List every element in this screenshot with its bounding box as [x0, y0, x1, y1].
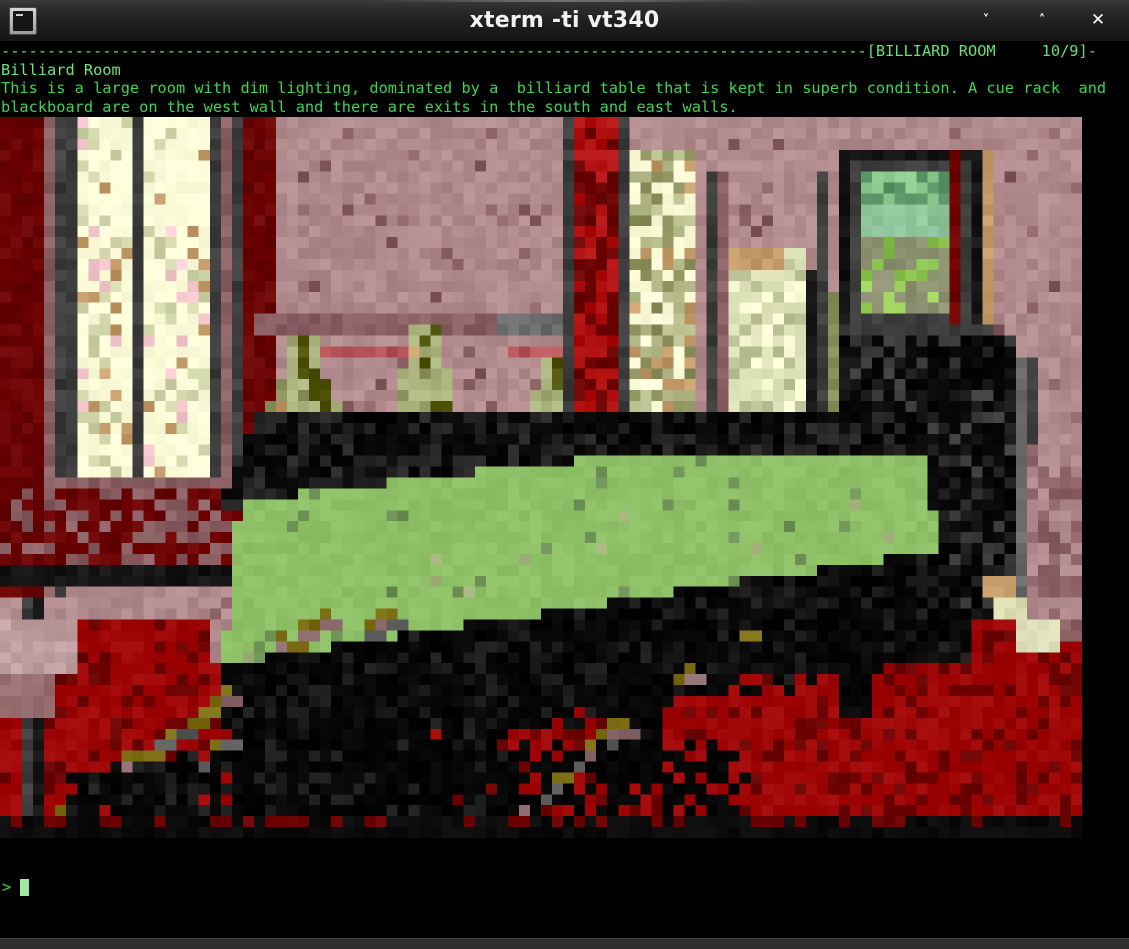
window-titlebar[interactable]: xterm -ti vt340 ˅ ˄ ✕ [0, 0, 1129, 42]
description-line-2: blackboard are on the west wall and ther… [1, 97, 738, 116]
minimize-button[interactable]: ˅ [977, 12, 995, 30]
billiard-room-sixel-image [0, 117, 1082, 839]
status-line: ----------------------------------------… [1, 42, 1097, 60]
window-controls: ˅ ˄ ✕ [977, 12, 1129, 30]
window-title: xterm -ti vt340 [469, 8, 660, 33]
maximize-button[interactable]: ˄ [1033, 12, 1051, 30]
room-name-line: Billiard Room [1, 60, 121, 79]
block-cursor [20, 879, 30, 897]
xterm-window: xterm -ti vt340 ˅ ˄ ✕ ------------------… [0, 0, 1129, 949]
command-prompt-row[interactable]: > [0, 878, 1129, 897]
description-line-1: This is a large room with dim lighting, … [1, 79, 1107, 98]
close-button[interactable]: ✕ [1089, 12, 1107, 30]
terminal-screen[interactable]: ----------------------------------------… [0, 42, 1129, 938]
prompt-symbol: > [2, 878, 12, 897]
terminal-icon [9, 6, 37, 35]
window-statusbar [0, 938, 1129, 949]
